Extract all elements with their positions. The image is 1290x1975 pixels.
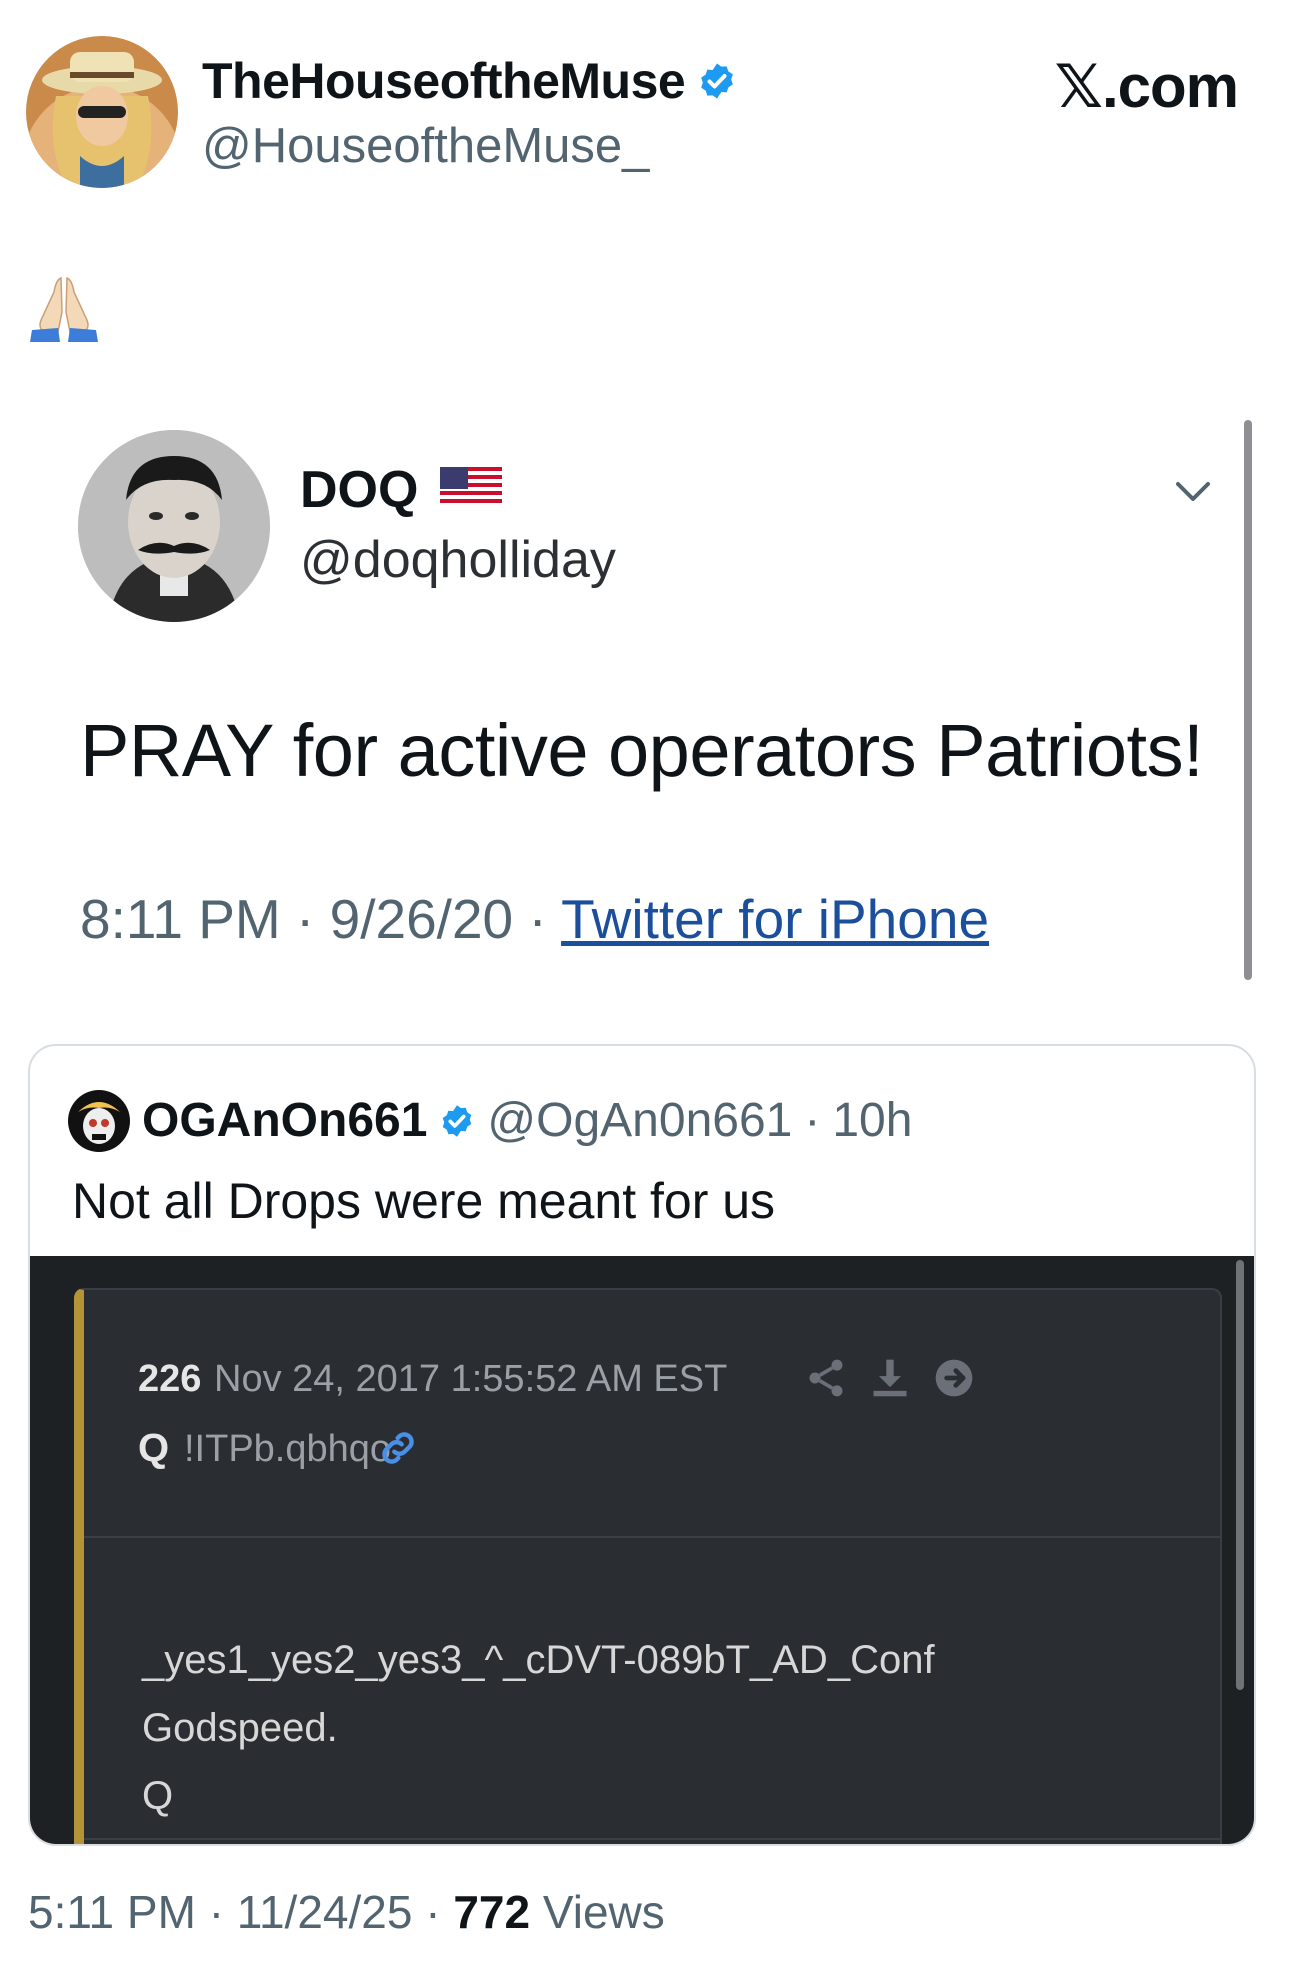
doq-tweet-meta: 8:11 PM · 9/26/20 · Twitter for iPhone — [80, 886, 989, 952]
doq-source-link: Twitter for iPhone — [561, 888, 990, 950]
drop-action-icons — [804, 1356, 976, 1400]
q-drop-image[interactable]: 226 Nov 24, 2017 1:55:52 AM EST Q !ITPb.… — [30, 1256, 1254, 1844]
quoted-post-age[interactable]: 10h — [832, 1091, 912, 1151]
doq-name-text: DOQ — [300, 461, 419, 519]
folded-hands-icon — [28, 272, 100, 344]
author-avatar[interactable] — [26, 36, 178, 188]
divider — [84, 1536, 1220, 1538]
drop-date: Nov 24, 2017 1:55:52 AM EST — [214, 1358, 728, 1400]
quoted-post-card[interactable]: OGAnOn661 @OgAn0n661 · 10h Not all Drops… — [28, 1044, 1256, 1846]
post-date[interactable]: 11/24/25 — [237, 1886, 413, 1938]
doq-display-name: DOQ — [300, 460, 503, 520]
views-label: Views — [542, 1886, 665, 1938]
quoted-post-header: OGAnOn661 @OgAn0n661 · 10h — [68, 1090, 912, 1152]
author-display-name[interactable]: TheHouseoftheMuse — [202, 50, 737, 112]
drop-author: Q — [138, 1426, 170, 1470]
doq-date: 9/26/20 — [329, 888, 514, 950]
doq-avatar — [78, 430, 270, 622]
q-drop-panel: 226 Nov 24, 2017 1:55:52 AM EST Q !ITPb.… — [74, 1288, 1222, 1844]
quoted-author-avatar[interactable] — [68, 1090, 130, 1152]
post-time[interactable]: 5:11 PM — [28, 1886, 196, 1938]
quoted-author-name[interactable]: OGAnOn661 — [142, 1091, 427, 1151]
verified-badge-icon — [697, 61, 737, 101]
post-meta-footer: 5:11 PM · 11/24/25 · 772 Views — [28, 1882, 665, 1942]
arrow-right-circle-icon — [932, 1356, 976, 1400]
drop-number: 226 — [138, 1358, 202, 1400]
link-icon — [376, 1426, 420, 1470]
doq-time: 8:11 PM — [80, 888, 281, 950]
doq-handle: @doqholliday — [300, 531, 616, 589]
drop-body-text: _yes1_yes2_yes3_^_cDVT-089bT_AD_Conf God… — [142, 1638, 935, 1818]
divider — [84, 1838, 1220, 1840]
separator: · — [528, 888, 547, 950]
views-count: 772 — [453, 1886, 531, 1938]
author-handle[interactable]: @HouseoftheMuse_ — [202, 116, 649, 176]
verified-badge-icon — [439, 1103, 475, 1139]
separator: · — [296, 888, 315, 950]
doq-tweet-text: PRAY for active operators Patriots! — [80, 709, 1204, 792]
x-com-logo: 𝕏.com — [1054, 53, 1239, 120]
separator: · — [208, 1886, 225, 1938]
separator: · — [425, 1886, 441, 1938]
quoted-author-handle[interactable]: @OgAn0n661 — [487, 1091, 792, 1151]
quoted-post-text: Not all Drops were meant for us — [72, 1173, 776, 1229]
drop-tripcode: !ITPb.qbhqo — [184, 1428, 392, 1470]
separator: · — [804, 1094, 821, 1147]
author-name-text: TheHouseoftheMuse — [202, 53, 686, 109]
download-icon — [868, 1356, 912, 1400]
chevron-down-icon — [1170, 468, 1216, 514]
image-scrollbar — [1236, 1260, 1244, 1690]
image-scrollbar — [1244, 420, 1252, 980]
share-icon — [804, 1356, 848, 1400]
us-flag-icon — [440, 460, 503, 520]
